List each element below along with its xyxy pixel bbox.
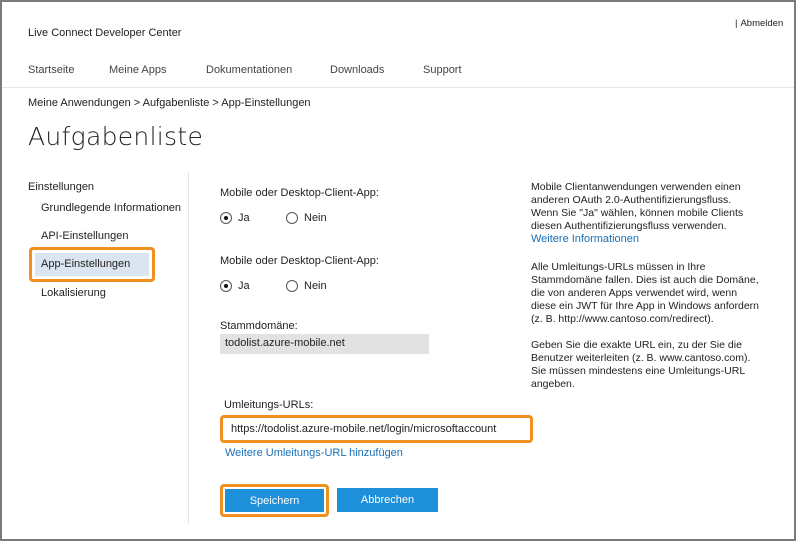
nav-item-dokumentationen[interactable]: Dokumentationen [206,64,292,76]
help-paragraph-mobile: Mobile Clientanwendungen verwenden einen… [531,181,781,246]
redirect-url-highlight [220,415,533,443]
help-line: Benutzer weiterleiten (z. B. www.cantoso… [531,352,751,364]
redirect-urls-label: Umleitungs-URLs: [224,399,314,411]
root-domain-label: Stammdomäne: [220,320,298,332]
help-line: diesen Authentifizierungsfluss verwenden… [531,220,727,232]
help-line: Mobile Clientanwendungen verwenden einen [531,181,741,193]
sidebar-item-app-einstellungen[interactable]: App-Einstellungen [41,258,130,270]
mobile-client-yes-label-1[interactable]: Ja [238,212,250,224]
app-window: Live Connect Developer Center | Abmelden … [0,0,796,541]
mobile-client-yes-label-2[interactable]: Ja [238,280,250,292]
help-line: die von anderen Apps verwendet wird, wen… [531,287,738,299]
mobile-client-radio-no-2[interactable] [286,280,298,292]
help-line: Wenn Sie "Ja" wählen, können mobile Clie… [531,207,744,219]
help-paragraph-exact-url: Geben Sie die exakte URL ein, zu der Sie… [531,339,781,391]
mobile-client-no-label-1[interactable]: Nein [304,212,327,224]
root-domain-value: todolist.azure-mobile.net [220,334,429,354]
help-line: (z. B. http://www.cantoso.com/redirect). [531,313,714,325]
page-title: Aufgabenliste [28,122,204,151]
mobile-client-radio-yes-2[interactable] [220,280,232,292]
sidebar-heading: Einstellungen [28,181,95,193]
help-line: anderen OAuth 2.0-Authentifizierungsflus… [531,194,732,206]
help-paragraph-redirect: Alle Umleitungs-URLs müssen in Ihre Stam… [531,261,781,326]
sidebar-item-lokalisierung[interactable]: Lokalisierung [41,287,106,299]
breadcrumb: Meine Anwendungen > Aufgabenliste > App-… [28,97,311,109]
help-line: Alle Umleitungs-URLs müssen in Ihre [531,261,706,273]
help-line: angeben. [531,378,575,390]
help-line: diese ein JWT für Ihre App in Windows an… [531,300,760,312]
nav-item-startseite[interactable]: Startseite [28,64,74,76]
mobile-client-radio-yes-1[interactable] [220,212,232,224]
cancel-button[interactable]: Abbrechen [337,488,438,512]
mobile-client-no-label-2[interactable]: Nein [304,280,327,292]
signout-link[interactable]: Abmelden [740,18,783,29]
mobile-client-label-2: Mobile oder Desktop-Client-App: [220,255,379,267]
nav-divider [2,87,794,88]
nav-item-support[interactable]: Support [423,64,462,76]
site-title[interactable]: Live Connect Developer Center [28,27,181,39]
save-button-highlight: Speichern [220,484,329,517]
nav-item-downloads[interactable]: Downloads [330,64,384,76]
help-line: Sie müssen mindestens eine Umleitungs-UR… [531,365,746,377]
redirect-url-input[interactable] [225,420,528,438]
mobile-client-label-1: Mobile oder Desktop-Client-App: [220,187,379,199]
help-line: Stammdomäne fallen. Dies ist auch die Do… [531,274,759,286]
sidebar-item-grundlegende-informationen[interactable]: Grundlegende Informationen [41,202,181,214]
signout-separator: | [735,18,738,29]
sidebar-divider [188,172,189,524]
add-redirect-url-link[interactable]: Weitere Umleitungs-URL hinzufügen [225,447,403,459]
nav-item-meine-apps[interactable]: Meine Apps [109,64,166,76]
help-line: Geben Sie die exakte URL ein, zu der Sie… [531,339,742,351]
mobile-client-radio-no-1[interactable] [286,212,298,224]
save-button[interactable]: Speichern [225,489,324,512]
more-info-link[interactable]: Weitere Informationen [531,233,781,246]
sidebar-item-api-einstellungen[interactable]: API-Einstellungen [41,230,128,242]
signout-area: | Abmelden [735,18,783,29]
